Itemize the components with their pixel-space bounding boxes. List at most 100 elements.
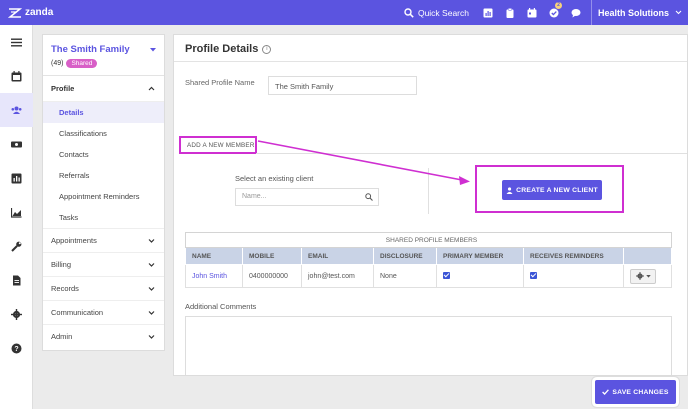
rail-help[interactable]: ? <box>0 331 33 365</box>
primary-member-checkbox[interactable] <box>443 271 450 279</box>
page-title-text: Profile Details <box>185 43 259 55</box>
table-caption: SHARED PROFILE MEMBERS <box>185 232 672 248</box>
rail-analytics[interactable] <box>0 195 33 229</box>
nav-group-label: Appointments <box>51 236 97 245</box>
title-divider <box>174 61 687 62</box>
member-email: john@test.com <box>301 264 374 288</box>
client-switcher[interactable]: The Smith Family <box>51 44 156 55</box>
top-bar: zanda Quick Search 2 Health Solutions <box>0 0 688 25</box>
calendar-icon <box>11 70 22 81</box>
organization-menu[interactable]: Health Solutions <box>598 8 682 18</box>
reports-button[interactable] <box>477 0 499 25</box>
zanda-logo-icon <box>8 7 22 18</box>
chevron-down-icon <box>148 311 155 315</box>
select-existing-client-label: Select an existing client <box>235 174 314 183</box>
nav-group-records[interactable]: Records <box>43 276 164 300</box>
rail-calendar[interactable] <box>0 59 33 93</box>
client-sidebar: The Smith Family (49) Shared Profile Det… <box>42 34 165 351</box>
client-search-placeholder: Name... <box>242 193 267 200</box>
rail-documents[interactable] <box>0 263 33 297</box>
quick-search-label: Quick Search <box>417 7 469 18</box>
clipboard-icon <box>506 7 514 18</box>
member-name-link[interactable]: John Smith <box>192 273 227 280</box>
member-mobile: 0400000000 <box>242 264 302 288</box>
nav-item-label: Details <box>59 108 84 117</box>
additional-comments-label: Additional Comments <box>185 302 257 311</box>
clipboard-button[interactable] <box>499 0 521 25</box>
add-member-divider <box>256 153 687 154</box>
receives-reminders-checkbox[interactable] <box>530 271 537 279</box>
notification-badge: 2 <box>554 2 562 9</box>
tasks-button[interactable]: 2 <box>543 0 565 25</box>
column-header-actions <box>623 247 672 265</box>
nav-group-label: Communication <box>51 308 104 317</box>
nav-section-profile[interactable]: Profile <box>43 76 164 102</box>
nav-group-label: Records <box>51 284 79 293</box>
quick-search-button[interactable]: Quick Search <box>404 8 469 18</box>
chevron-down-icon <box>148 263 155 267</box>
area-chart-icon <box>11 207 22 218</box>
svg-text:?: ? <box>14 346 18 353</box>
column-header-email: EMAIL <box>301 247 374 265</box>
save-changes-button[interactable]: SAVE CHANGES <box>595 380 676 404</box>
app-logo-text: zanda <box>25 7 54 18</box>
create-new-client-label: CREATE A NEW CLIENT <box>516 186 598 194</box>
messages-button[interactable] <box>565 0 587 25</box>
chevron-down-icon <box>675 10 682 15</box>
bar-chart-icon <box>11 173 22 183</box>
search-icon <box>404 7 414 18</box>
section-divider <box>428 168 429 214</box>
create-new-client-button[interactable]: CREATE A NEW CLIENT <box>502 180 602 200</box>
caret-down-icon <box>645 274 651 278</box>
money-icon <box>11 141 22 147</box>
users-icon <box>11 106 22 114</box>
add-new-member-heading: ADD A NEW MEMBER <box>179 136 257 154</box>
rail-clients[interactable] <box>0 93 33 127</box>
nav-group-communication[interactable]: Communication <box>43 300 164 324</box>
shared-profile-name-input[interactable]: The Smith Family <box>268 76 417 95</box>
check-circle-icon <box>549 8 559 17</box>
app-logo[interactable]: zanda <box>8 7 53 19</box>
client-name: The Smith Family <box>51 44 130 55</box>
shared-members-table: SHARED PROFILE MEMBERS NAME MOBILE EMAIL… <box>185 232 672 288</box>
nav-item-referrals[interactable]: Referrals <box>43 165 164 186</box>
nav-group-admin[interactable]: Admin <box>43 324 164 348</box>
shared-badge: Shared <box>66 59 98 68</box>
profile-details-panel: Profile Details i Shared Profile Name Th… <box>173 34 688 376</box>
column-header-primary-member: PRIMARY MEMBER <box>436 247 524 265</box>
nav-item-appointment-reminders[interactable]: Appointment Reminders <box>43 186 164 207</box>
chevron-down-icon <box>148 287 155 291</box>
additional-comments-textarea[interactable] <box>185 316 672 375</box>
client-header: The Smith Family (49) Shared <box>43 35 164 76</box>
page-title: Profile Details i <box>185 43 272 55</box>
rail-billing[interactable] <box>0 127 33 161</box>
rail-tools[interactable] <box>0 229 33 263</box>
rail-settings[interactable] <box>0 297 33 331</box>
row-actions-button[interactable] <box>630 268 656 284</box>
nav-item-label: Classifications <box>59 129 107 138</box>
info-icon[interactable]: i <box>262 44 272 54</box>
nav-group-billing[interactable]: Billing <box>43 252 164 276</box>
nav-item-label: Contacts <box>59 150 89 159</box>
search-icon <box>365 193 373 201</box>
nav-item-tasks[interactable]: Tasks <box>43 207 164 228</box>
nav-item-classifications[interactable]: Classifications <box>43 123 164 144</box>
client-search-input[interactable]: Name... <box>235 188 379 206</box>
bar-chart-icon <box>483 8 493 17</box>
calendar-button[interactable] <box>521 0 543 25</box>
rail-menu[interactable] <box>0 25 33 59</box>
nav-group-label: Billing <box>51 260 72 269</box>
shared-profile-name-label: Shared Profile Name <box>185 78 255 87</box>
chevron-up-icon <box>148 86 155 91</box>
nav-group-appointments[interactable]: Appointments <box>43 228 164 252</box>
table-row: John Smith 0400000000 john@test.com None <box>185 264 672 288</box>
hamburger-icon <box>11 38 22 46</box>
nav-item-details[interactable]: Details <box>43 102 164 123</box>
rail-reports[interactable] <box>0 161 33 195</box>
organization-name: Health Solutions <box>597 7 669 18</box>
topbar-divider <box>590 0 592 25</box>
nav-item-contacts[interactable]: Contacts <box>43 144 164 165</box>
check-icon <box>602 389 610 395</box>
gear-icon <box>635 272 644 280</box>
document-icon <box>13 275 21 285</box>
